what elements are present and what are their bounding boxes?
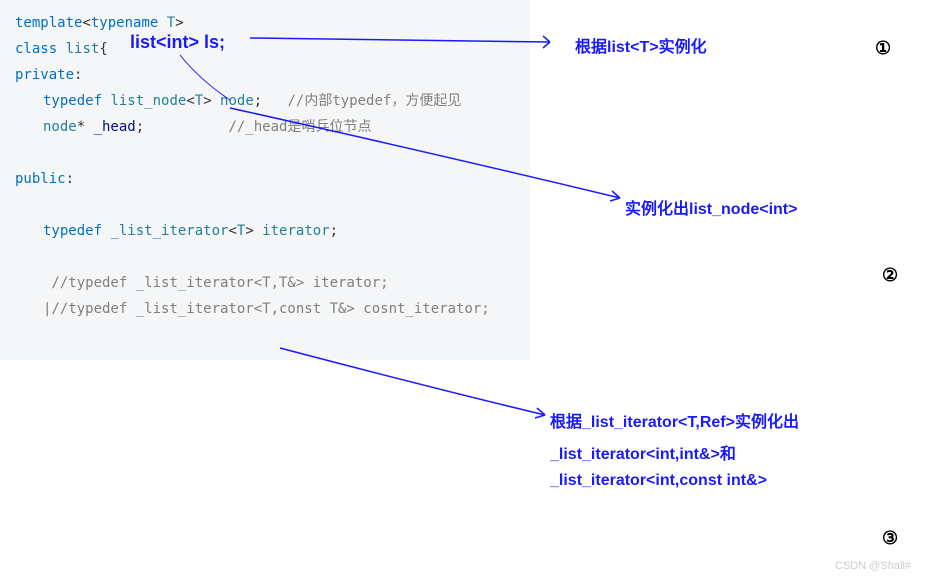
node-type: node: [220, 93, 254, 109]
kw-class: class: [15, 41, 57, 57]
kw-public: public: [15, 171, 66, 187]
code-line-5: node* _head; //_head是哨兵位节点: [15, 114, 515, 140]
code-line-3: private:: [15, 62, 515, 88]
list-node: list_node: [110, 93, 186, 109]
class-list: list: [66, 41, 100, 57]
comment-2: //_head是哨兵位节点: [228, 119, 371, 135]
code-line-11: //typedef _list_iterator<T,T&> iterator;: [15, 270, 515, 296]
code-line-2: class list{: [15, 36, 515, 62]
code-line-4: typedef list_node<T> node; //内部typedef，方…: [15, 88, 515, 114]
code-line-9: typedef _list_iterator<T> iterator;: [15, 218, 515, 244]
code-line-12: |//typedef _list_iterator<T,const T&> co…: [15, 296, 515, 322]
code-block: template<typename T> class list{ private…: [0, 0, 530, 360]
list-iter: _list_iterator: [110, 223, 228, 239]
t-param: T: [167, 15, 175, 31]
iterator-type: iterator: [262, 223, 329, 239]
annotation-inline: list<int> ls;: [130, 32, 225, 53]
kw-template: template: [15, 15, 82, 31]
code-line-6: [15, 140, 515, 166]
code-line-7: public:: [15, 166, 515, 192]
kw-private: private: [15, 67, 74, 83]
t-param2: T: [195, 93, 203, 109]
kw-typedef: typedef: [43, 93, 102, 109]
annotation-1: 根据list<T>实例化: [575, 33, 707, 57]
circled-3: ③: [882, 528, 898, 549]
code-line-8: [15, 192, 515, 218]
code-line-10: [15, 244, 515, 270]
kw-typename: typename: [91, 15, 158, 31]
t-param3: T: [237, 223, 245, 239]
head-var: _head: [94, 119, 136, 135]
annotation-3-line1: 根据_list_iterator<T,Ref>实例化出: [550, 408, 799, 432]
annotation-3-line3: _list_iterator<int,const int&>: [550, 472, 767, 490]
annotation-3-line2: _list_iterator<int,int&>和: [550, 440, 736, 464]
circled-2: ②: [882, 265, 898, 286]
watermark: CSDN @Shall#: [835, 560, 911, 572]
kw-typedef2: typedef: [43, 223, 102, 239]
comment-1: //内部typedef，方便起见: [287, 93, 461, 109]
circled-1: ①: [875, 38, 891, 59]
annotation-2: 实例化出list_node<int>: [625, 195, 797, 219]
node-type2: node: [43, 119, 77, 135]
code-line-1: template<typename T>: [15, 10, 515, 36]
